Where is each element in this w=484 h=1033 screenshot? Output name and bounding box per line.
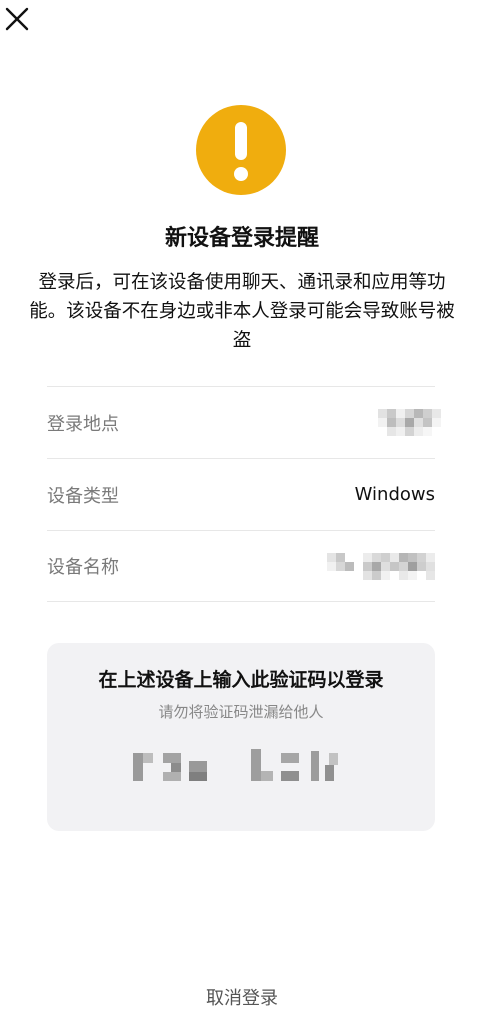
exclamation-icon bbox=[235, 122, 247, 160]
close-icon bbox=[5, 7, 29, 31]
info-row-device-type: 设备类型 Windows bbox=[47, 458, 435, 530]
exclamation-dot bbox=[234, 167, 248, 181]
device-name-value-blurred bbox=[327, 552, 435, 580]
page-title: 新设备登录提醒 bbox=[164, 226, 319, 251]
verification-title: 在上述设备上输入此验证码以登录 bbox=[98, 669, 384, 691]
warning-badge bbox=[196, 105, 286, 195]
cancel-login-button[interactable]: 取消登录 bbox=[0, 984, 484, 1010]
device-info-list: 登录地点 设备类型 Windows 设备名称 bbox=[47, 386, 441, 602]
warning-description: 登录后，可在该设备使用聊天、通讯录和应用等功能。该设备不在身边或非本人登录可能会… bbox=[29, 272, 455, 351]
verification-code-blurred bbox=[133, 743, 349, 791]
device-name-label: 设备名称 bbox=[47, 557, 119, 578]
device-type-value: Windows bbox=[354, 484, 435, 505]
location-value-blurred bbox=[378, 409, 441, 436]
close-button[interactable] bbox=[4, 6, 30, 32]
info-row-device-name: 设备名称 bbox=[47, 530, 435, 602]
device-type-label: 设备类型 bbox=[47, 485, 119, 507]
new-device-login-alert-screen: 新设备登录提醒 登录后，可在该设备使用聊天、通讯录和应用等功能。该设备不在身边或… bbox=[0, 0, 484, 1033]
verification-code-card: 在上述设备上输入此验证码以登录 请勿将验证码泄漏给他人 bbox=[47, 643, 435, 831]
verification-subtitle: 请勿将验证码泄漏给他人 bbox=[158, 703, 324, 721]
info-row-location: 登录地点 bbox=[47, 386, 441, 458]
location-label: 登录地点 bbox=[47, 413, 119, 435]
